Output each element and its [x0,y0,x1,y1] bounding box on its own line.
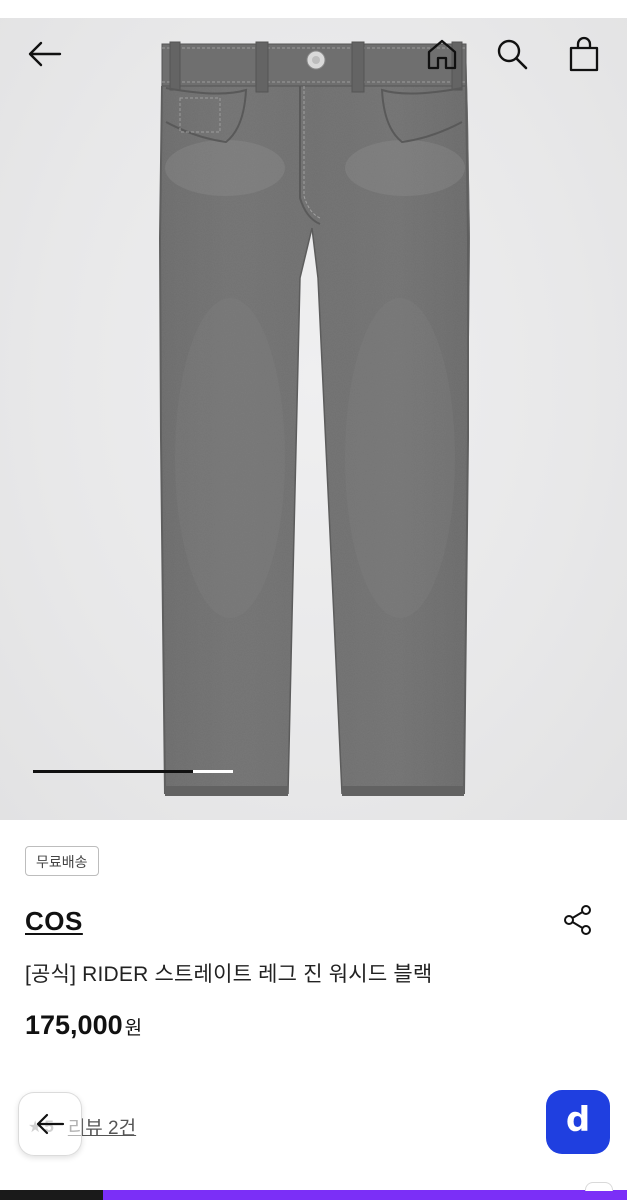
shopping-bag-icon [569,36,599,72]
bottom-system-bar [0,1182,627,1200]
product-page: 무료배송 COS [공식] RIDER 스트레이트 레그 진 워시드 블랙 17… [0,0,627,1200]
share-button[interactable] [558,900,598,940]
search-button[interactable] [490,32,534,76]
price-unit: 원 [124,1018,143,1039]
free-shipping-badge: 무료배송 [25,846,99,876]
share-icon [564,905,591,935]
product-title: [공식] RIDER 스트레이트 레그 진 워시드 블랙 [25,963,433,986]
back-button[interactable] [22,32,66,76]
home-icon [427,39,457,70]
search-icon [497,39,528,70]
app-logo: d [565,1100,591,1140]
home-button[interactable] [420,32,464,76]
top-navigation-bar [0,18,627,88]
bottom-bar-dark-segment [0,1190,103,1200]
floating-back-button[interactable] [18,1092,82,1156]
arrow-left-icon [28,41,62,67]
gallery-progress-bar [33,770,233,773]
bottom-bar-tab [585,1182,613,1191]
cart-button[interactable] [562,32,606,76]
gallery-progress-fill [33,770,193,773]
product-image [158,41,470,796]
bottom-bar-accent-segment [103,1190,627,1200]
product-price: 175,000 원 [25,1010,142,1041]
app-launch-button[interactable]: d [546,1090,610,1154]
product-image-gallery[interactable] [0,18,627,820]
arrow-left-icon [36,1113,65,1135]
brand-link[interactable]: COS [25,906,83,937]
price-amount: 175,000 [25,1010,123,1040]
